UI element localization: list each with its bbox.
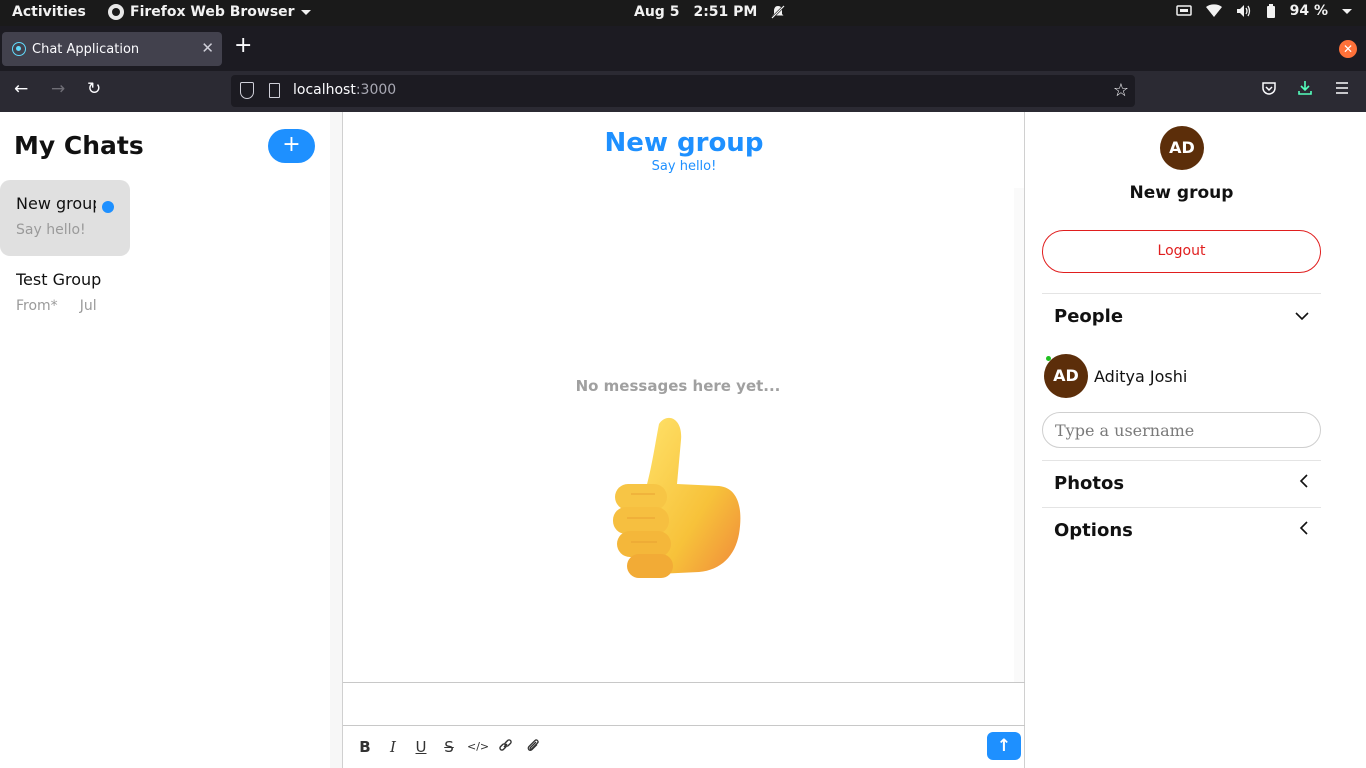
chevron-down-icon — [1342, 8, 1352, 14]
wifi-icon — [1205, 4, 1222, 17]
link-icon[interactable] — [495, 738, 515, 757]
person-name: Aditya Joshi — [1094, 366, 1188, 386]
chat-preview: From* — [16, 298, 58, 314]
url-port: :3000 — [355, 82, 397, 98]
date-label: Aug 5 — [634, 4, 680, 20]
photos-label: Photos — [1054, 473, 1125, 494]
feed-scrollbar[interactable] — [1014, 188, 1024, 682]
tab-strip: Chat Application ✕ + ✕ — [0, 26, 1366, 71]
navigation-bar: ← → ↻ localhost:3000 ☆ — [0, 71, 1366, 112]
chat-title: New group — [604, 128, 764, 158]
time-label: 2:51 PM — [693, 4, 758, 20]
chat-list-item-test-group[interactable]: Test Group From* Jul — [0, 256, 130, 332]
bold-icon[interactable]: B — [355, 738, 375, 756]
group-avatar: AD — [1160, 126, 1204, 170]
photos-section-header[interactable]: Photos — [1042, 460, 1321, 506]
arrow-up-icon: ↑ — [996, 736, 1012, 756]
tab-title: Chat Application — [32, 41, 140, 57]
people-section-header[interactable]: People — [1042, 293, 1321, 339]
url-text[interactable]: localhost:3000 — [293, 82, 396, 98]
formatting-toolbar: B I U S </> ↑ — [343, 726, 1025, 768]
chats-sidebar: My Chats + New group Say hello! Test Gro… — [0, 112, 342, 768]
italic-icon[interactable]: I — [383, 738, 403, 756]
system-tray[interactable]: 94 % — [1175, 3, 1352, 19]
chat-settings-panel: AD New group Logout People AD Aditya Jos… — [1026, 112, 1366, 768]
hamburger-menu-icon[interactable] — [1334, 80, 1350, 100]
chat-subtitle: Say hello! — [651, 159, 717, 174]
activities-button[interactable]: Activities — [12, 4, 86, 20]
firefox-icon — [108, 4, 124, 20]
app-menu[interactable]: Firefox Web Browser — [108, 4, 311, 20]
back-arrow-icon[interactable]: ← — [14, 79, 28, 99]
send-button[interactable]: ↑ — [987, 732, 1021, 760]
people-label: People — [1054, 306, 1124, 327]
chat-feed: New group Say hello! No messages here ye… — [342, 112, 1025, 768]
person-initials: AD — [1053, 366, 1079, 385]
chat-time: Jul — [79, 298, 97, 314]
chevron-down-icon — [300, 9, 311, 15]
chat-app: My Chats + New group Say hello! Test Gro… — [0, 112, 1366, 768]
options-section-header[interactable]: Options — [1042, 507, 1321, 553]
close-tab-icon[interactable]: ✕ — [201, 39, 214, 57]
address-bar[interactable]: localhost:3000 ☆ — [231, 75, 1135, 107]
chevron-left-icon — [1299, 520, 1309, 539]
battery-percent: 94 % — [1289, 3, 1328, 19]
tab-chat-application[interactable]: Chat Application ✕ — [2, 32, 222, 66]
chat-preview-row: Say hello! — [16, 222, 130, 238]
message-input[interactable] — [343, 682, 1025, 726]
tracking-protection-shield-icon[interactable] — [240, 82, 254, 99]
url-host: localhost — [293, 82, 356, 98]
downloads-icon[interactable] — [1297, 80, 1313, 100]
attachment-icon[interactable] — [523, 738, 543, 757]
new-chat-button[interactable]: + — [268, 129, 315, 163]
close-window-icon[interactable]: ✕ — [1339, 40, 1357, 58]
chat-list-item-new-group[interactable]: New group Say hello! — [0, 180, 130, 256]
new-tab-icon[interactable]: + — [234, 35, 252, 57]
page-info-icon[interactable] — [269, 83, 280, 98]
person-row[interactable]: AD Aditya Joshi — [1044, 354, 1187, 398]
logout-button[interactable]: Logout — [1042, 230, 1321, 273]
chat-preview-row: From* Jul — [16, 298, 130, 314]
person-avatar: AD — [1044, 354, 1088, 398]
add-username-input[interactable] — [1042, 412, 1321, 448]
forward-arrow-icon[interactable]: → — [51, 79, 65, 99]
chat-preview: Say hello! — [16, 222, 86, 238]
app-menu-label: Firefox Web Browser — [130, 4, 295, 20]
react-favicon-icon — [12, 42, 26, 56]
sidebar-scrollbar[interactable] — [330, 112, 342, 768]
display-icon — [1175, 5, 1192, 16]
reload-icon[interactable]: ↻ — [87, 79, 101, 99]
sidebar-title: My Chats — [14, 131, 144, 160]
chevron-down-icon — [1295, 306, 1309, 325]
clock[interactable]: Aug 5 2:51 PM — [634, 4, 786, 20]
options-label: Options — [1054, 520, 1133, 541]
bookmark-star-icon[interactable]: ☆ — [1113, 80, 1129, 101]
chat-name: Test Group — [16, 270, 102, 289]
chat-name: New group — [16, 194, 96, 213]
online-status-indicator — [1046, 356, 1051, 361]
notifications-muted-icon — [771, 5, 786, 19]
group-title: New group — [1129, 183, 1234, 203]
unread-indicator — [102, 201, 114, 213]
thumbs-up-emoji-icon — [613, 417, 741, 578]
system-top-bar: Activities Firefox Web Browser Aug 5 2:5… — [0, 0, 1366, 26]
underline-icon[interactable]: U — [411, 738, 431, 756]
battery-icon — [1266, 4, 1275, 18]
pocket-icon[interactable] — [1261, 80, 1277, 100]
strikethrough-icon[interactable]: S — [439, 738, 459, 756]
code-icon[interactable]: </> — [467, 740, 489, 753]
empty-state-text: No messages here yet... — [575, 377, 781, 395]
chevron-left-icon — [1299, 473, 1309, 492]
volume-icon — [1236, 5, 1250, 17]
